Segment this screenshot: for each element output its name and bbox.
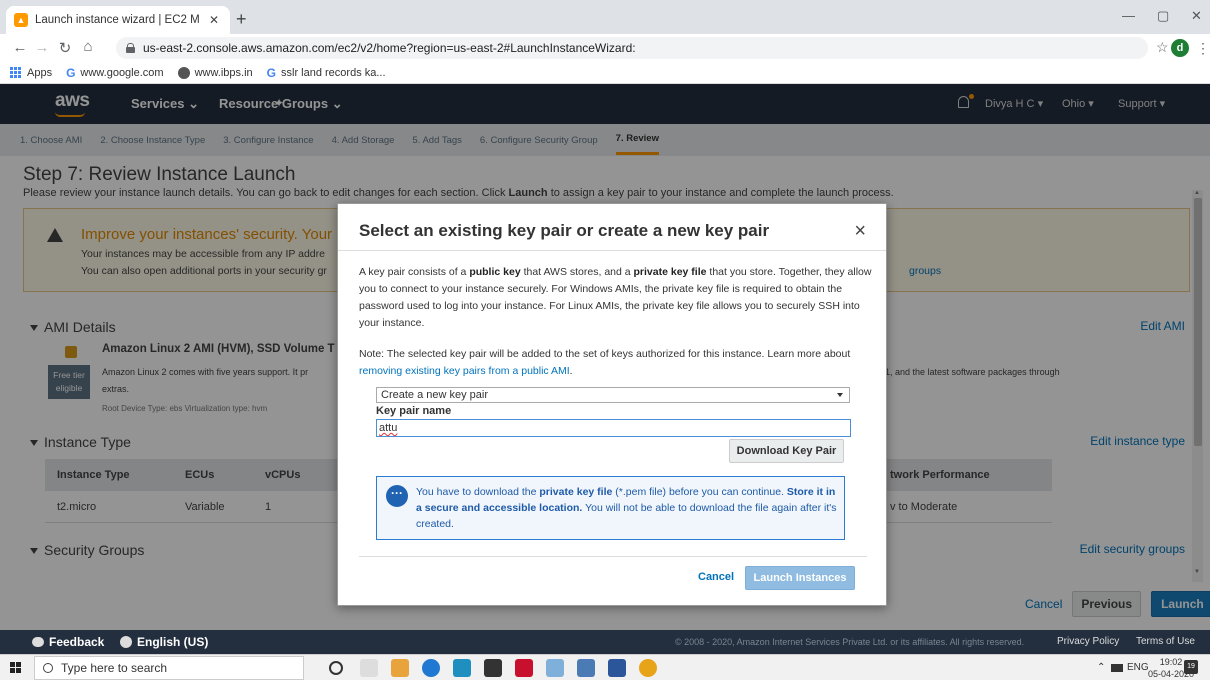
home-icon[interactable]: ⌂: [76, 38, 100, 55]
notification-center-icon[interactable]: 19: [1184, 660, 1198, 674]
mcafee-icon[interactable]: [515, 659, 533, 677]
dropdown-arrow-icon: [837, 393, 843, 397]
google-icon: G: [66, 65, 76, 80]
word-icon[interactable]: [608, 659, 626, 677]
bookmark-label: www.ibps.in: [194, 66, 253, 79]
url-field[interactable]: us-east-2.console.aws.amazon.com/ec2/v2/…: [116, 37, 1148, 59]
key-pair-name-input[interactable]: attu: [376, 419, 851, 437]
globe-icon: [177, 66, 190, 79]
copyright-text: © 2008 - 2020, Amazon Internet Services …: [675, 637, 1025, 647]
windows-taskbar: Type here to search ⌃ ENG 19:02 05-04-20…: [0, 654, 1210, 680]
windows-start-icon[interactable]: [10, 662, 21, 673]
browser-menu-icon[interactable]: ⋮: [1196, 40, 1210, 57]
bookmarks-bar: Apps G www.google.com www.ibps.in G sslr…: [0, 62, 1210, 84]
info-bubble-icon: ···: [386, 485, 408, 507]
back-icon[interactable]: ←: [8, 39, 32, 56]
privacy-policy-link[interactable]: Privacy Policy: [1057, 636, 1119, 647]
app-icon[interactable]: [546, 659, 564, 677]
cortana-icon[interactable]: [329, 661, 343, 675]
profile-avatar[interactable]: d: [1171, 39, 1189, 57]
download-info-box: ··· You have to download the private key…: [376, 476, 845, 540]
download-key-pair-button[interactable]: Download Key Pair: [729, 439, 844, 463]
tab-title: Launch instance wizard | EC2 Ma: [35, 14, 199, 26]
language-selector[interactable]: English (US): [120, 635, 208, 649]
launch-instances-button[interactable]: Launch Instances: [745, 566, 855, 590]
network-app-icon[interactable]: [577, 659, 595, 677]
modal-cancel-button[interactable]: Cancel: [698, 571, 734, 583]
bookmark-star-icon[interactable]: ☆: [1156, 39, 1169, 56]
new-tab-icon[interactable]: +: [236, 9, 247, 30]
bookmark-label: www.google.com: [80, 66, 164, 79]
close-icon[interactable]: ×: [854, 220, 866, 243]
key-pair-option-select[interactable]: Create a new key pair: [376, 387, 850, 403]
url-text: us-east-2.console.aws.amazon.com/ec2/v2/…: [143, 41, 636, 55]
search-placeholder: Type here to search: [61, 661, 168, 675]
language-indicator[interactable]: ENG: [1127, 662, 1149, 673]
chrome-icon[interactable]: [639, 659, 657, 677]
tab-close-icon[interactable]: ✕: [206, 13, 222, 27]
task-view-icon[interactable]: [360, 659, 378, 677]
key-pair-name-label: Key pair name: [376, 405, 452, 417]
feedback-button[interactable]: Feedback: [32, 635, 104, 649]
file-explorer-icon[interactable]: [391, 659, 409, 677]
terms-of-use-link[interactable]: Terms of Use: [1136, 636, 1195, 647]
close-window-icon[interactable]: ✕: [1191, 8, 1202, 24]
browser-tab[interactable]: ▲ Launch instance wizard | EC2 Ma ✕: [6, 6, 230, 34]
maximize-icon[interactable]: ▢: [1157, 8, 1169, 24]
divider: [359, 556, 867, 557]
tray-chevron-icon[interactable]: ⌃: [1097, 662, 1105, 673]
divider: [338, 250, 886, 251]
bookmark-google[interactable]: G www.google.com: [66, 66, 164, 80]
search-icon: [43, 663, 53, 673]
edge-icon[interactable]: [422, 659, 440, 677]
bookmark-label: sslr land records ka...: [281, 66, 386, 79]
google-icon: G: [266, 65, 276, 80]
minimize-icon[interactable]: —: [1122, 8, 1135, 23]
lock-icon: [126, 43, 135, 53]
store-icon[interactable]: [484, 659, 502, 677]
globe-icon: [120, 636, 132, 648]
l-app-icon[interactable]: [453, 659, 471, 677]
apps-grid-icon: [10, 66, 22, 79]
address-bar: ← → ↻ ⌂ us-east-2.console.aws.amazon.com…: [0, 34, 1210, 62]
dialog-title: Select an existing key pair or create a …: [359, 221, 770, 240]
bookmark-apps[interactable]: Apps: [10, 66, 53, 79]
bookmark-ibps[interactable]: www.ibps.in: [177, 66, 253, 79]
removing-key-pairs-link[interactable]: removing existing key pairs from a publi…: [359, 365, 570, 377]
aws-favicon-icon: ▲: [14, 13, 28, 27]
bookmark-sslr[interactable]: G sslr land records ka...: [267, 66, 386, 80]
forward-icon[interactable]: →: [30, 39, 54, 56]
key-pair-dialog: Select an existing key pair or create a …: [337, 203, 887, 606]
battery-icon[interactable]: [1111, 664, 1123, 672]
browser-tabbar: ▲ Launch instance wizard | EC2 Ma ✕ + — …: [0, 0, 1210, 34]
taskbar-search[interactable]: Type here to search: [34, 656, 304, 680]
info-text: You have to download the private key fil…: [416, 486, 837, 530]
key-pair-description: A key pair consists of a public key that…: [359, 266, 872, 329]
bookmark-label: Apps: [27, 66, 53, 79]
reload-icon[interactable]: ↻: [53, 39, 77, 57]
feedback-bubble-icon: [32, 637, 44, 647]
aws-footer: Feedback English (US) © 2008 - 2020, Ama…: [0, 630, 1210, 654]
key-pair-note: Note: The selected key pair will be adde…: [359, 348, 851, 377]
